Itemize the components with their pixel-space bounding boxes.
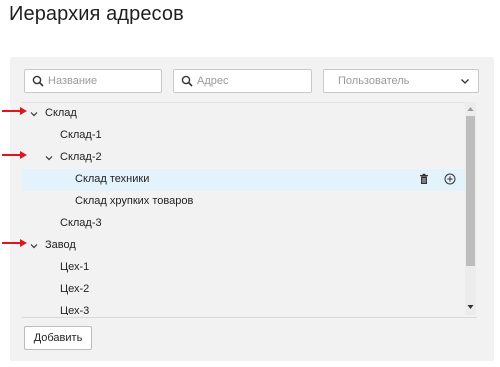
tree-row-label: Цех-1: [60, 261, 90, 273]
tree-row[interactable]: Цех-2: [22, 279, 465, 301]
chevron-down-icon[interactable]: [29, 241, 39, 251]
address-search-input[interactable]: Адрес: [173, 69, 312, 93]
tree-row-label: Склад: [45, 107, 77, 119]
scroll-down-icon[interactable]: [467, 304, 474, 310]
search-icon: [32, 75, 44, 87]
red-arrow-icon: [2, 151, 27, 159]
chevron-down-icon[interactable]: [44, 153, 54, 163]
name-placeholder: Название: [48, 75, 98, 87]
tree-row[interactable]: Склад: [22, 103, 465, 125]
tree-row[interactable]: Цех-3: [22, 301, 465, 315]
chevron-down-icon: [461, 79, 469, 84]
tree-row[interactable]: Склад хрупких товаров: [22, 191, 465, 213]
scroll-up-icon[interactable]: [467, 106, 474, 112]
tree-row-label: Завод: [45, 239, 76, 251]
tree-row-label: Цех-3: [60, 305, 90, 315]
user-placeholder: Пользователь: [338, 75, 410, 87]
address-tree: Склад Склад-1 Склад-2 Склад техники Скла…: [22, 102, 465, 315]
hierarchy-panel: Название Адрес Пользователь Склад Склад-…: [10, 57, 494, 361]
tree-row[interactable]: Цех-1: [22, 257, 465, 279]
scrollbar-thumb[interactable]: [466, 116, 475, 266]
tree-row-selected[interactable]: Склад техники: [22, 169, 465, 191]
search-icon: [181, 75, 193, 87]
name-search-input[interactable]: Название: [24, 69, 162, 93]
tree-row-label: Склад-2: [60, 151, 102, 163]
tree-row-label: Склад техники: [75, 173, 150, 185]
tree-row-label: Цех-2: [60, 283, 90, 295]
chevron-down-icon[interactable]: [29, 109, 39, 119]
red-arrow-icon: [2, 107, 27, 115]
red-arrow-icon: [2, 239, 27, 247]
add-button[interactable]: Добавить: [24, 326, 92, 350]
user-select[interactable]: Пользователь: [323, 69, 479, 93]
tree-row-label: Склад-1: [60, 129, 102, 141]
tree-row[interactable]: Завод: [22, 235, 465, 257]
tree-row-label: Склад-3: [60, 217, 102, 229]
page-title: Иерархия адресов: [9, 3, 184, 25]
tree-row[interactable]: Склад-1: [22, 125, 465, 147]
tree-row-label: Склад хрупких товаров: [75, 195, 194, 207]
trash-icon[interactable]: [418, 173, 430, 185]
address-placeholder: Адрес: [197, 75, 229, 87]
tree-row[interactable]: Склад-3: [22, 213, 465, 235]
plus-circle-icon[interactable]: [444, 173, 456, 185]
tree-row[interactable]: Склад-2: [22, 147, 465, 169]
divider: [22, 317, 477, 318]
tree-scrollbar[interactable]: [465, 102, 476, 315]
